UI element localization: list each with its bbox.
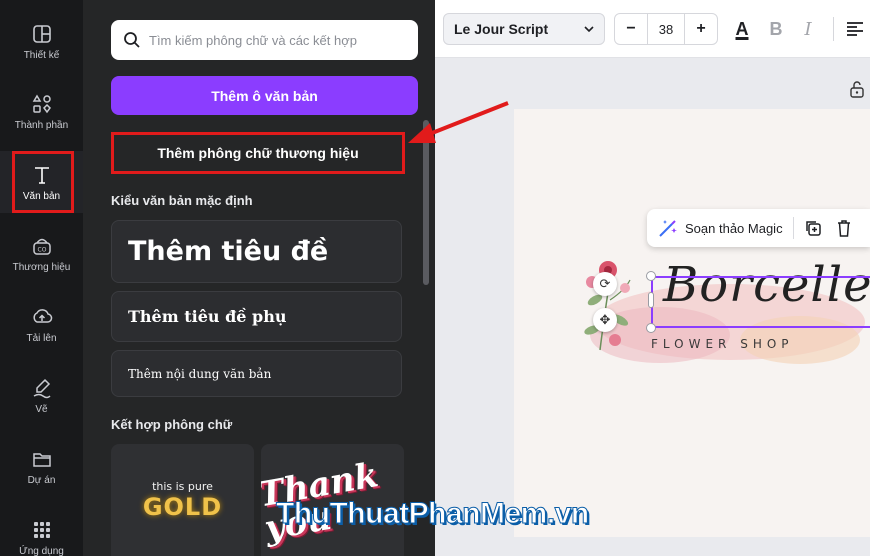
font-size-value[interactable]: 38 [647,14,685,44]
text-selection-box[interactable] [651,276,870,328]
rotate-button[interactable]: ⟳ [593,272,617,296]
subtitle-text[interactable]: FLOWER SHOP [651,337,794,351]
increase-size-button[interactable]: + [685,20,717,38]
toolbar-divider [833,17,834,41]
text-color-button[interactable]: A [730,13,754,45]
magic-edit-button[interactable]: Soạn thảo Magic [685,221,783,236]
bold-button[interactable]: B [765,13,787,45]
add-textbox-button[interactable]: Thêm ô văn bản [111,76,418,115]
rail-item-elements[interactable]: Thành phần [0,80,83,142]
duplicate-icon[interactable] [804,219,822,237]
rail-label: Thương hiệu [12,261,71,273]
search-icon [124,32,140,48]
default-styles-heading: Kiểu văn bản mặc định [111,193,253,208]
combo-big-text: GOLD [142,492,223,521]
add-subheading-card[interactable]: Thêm tiêu đề phụ [111,291,402,342]
magic-bar-divider [792,217,794,239]
watermark-text: ThuThuatPhanMem.vn [276,497,590,531]
editor-toolbar: Le Jour Script − 38 + A B I [435,0,870,58]
decrease-size-button[interactable]: − [615,20,647,38]
rail-label: Ứng dụng [19,545,64,556]
text-color-icon: A [735,18,749,39]
rail-item-apps[interactable]: Ứng dụng [0,506,83,556]
rail-label: Thành phần [14,119,69,131]
shapes-icon [30,92,54,116]
brand-icon: CO [30,234,54,258]
resize-handle-left[interactable] [648,292,654,308]
combo-small-text: this is pure [152,479,213,493]
rail-item-draw[interactable]: Vẽ [0,364,83,426]
svg-text:CO: CO [37,246,46,253]
text-panel: Thêm ô văn bản Thêm phông chữ thương hiệ… [83,0,435,556]
resize-handle-bottom-left[interactable] [646,323,656,333]
align-left-icon [847,22,863,36]
font-combo-gold[interactable]: this is pure GOLD [111,444,254,556]
italic-button[interactable]: I [797,13,819,45]
magic-wand-icon [659,220,677,237]
highlight-box-text-tab [12,151,74,213]
apps-icon [30,518,54,542]
unlock-icon[interactable] [849,80,865,98]
rotate-icon: ⟳ [599,276,611,291]
font-search-input[interactable] [149,32,409,48]
align-left-button[interactable] [845,13,865,45]
rail-item-design[interactable]: Thiết kế [0,10,83,72]
font-search-box[interactable] [111,20,418,60]
folder-icon [30,447,54,471]
rail-label: Thiết kế [23,49,60,61]
add-brand-font-button[interactable]: Thêm phông chữ thương hiệu [111,132,405,174]
move-icon: ✥ [599,312,611,327]
add-body-text-card[interactable]: Thêm nội dung văn bản [111,350,402,397]
font-size-stepper[interactable]: − 38 + [614,13,718,45]
annotation-arrow [408,101,509,143]
draw-icon [30,376,54,400]
chevron-down-icon [584,26,594,33]
left-rail: Thiết kế Thành phần Văn bản CO Thương hi… [0,0,83,556]
trash-icon[interactable] [836,219,852,237]
move-button[interactable]: ✥ [593,308,617,332]
font-combos-heading: Kết hợp phông chữ [111,417,233,432]
rail-item-upload[interactable]: Tải lên [0,293,83,355]
resize-handle-top-left[interactable] [646,271,656,281]
layout-icon [30,22,54,46]
rail-label: Dự án [27,474,56,486]
app-root: Thiết kế Thành phần Văn bản CO Thương hi… [0,0,870,556]
font-family-value: Le Jour Script [454,21,549,37]
rail-item-projects[interactable]: Dự án [0,435,83,497]
upload-icon [30,305,54,329]
rail-label: Vẽ [35,403,48,415]
font-family-select[interactable]: Le Jour Script [443,13,605,45]
magic-toolbar: Soạn thảo Magic [647,209,870,247]
rail-label: Tải lên [26,332,57,344]
add-heading-card[interactable]: Thêm tiêu đề [111,220,402,283]
rail-item-brand[interactable]: CO Thương hiệu [0,222,83,284]
